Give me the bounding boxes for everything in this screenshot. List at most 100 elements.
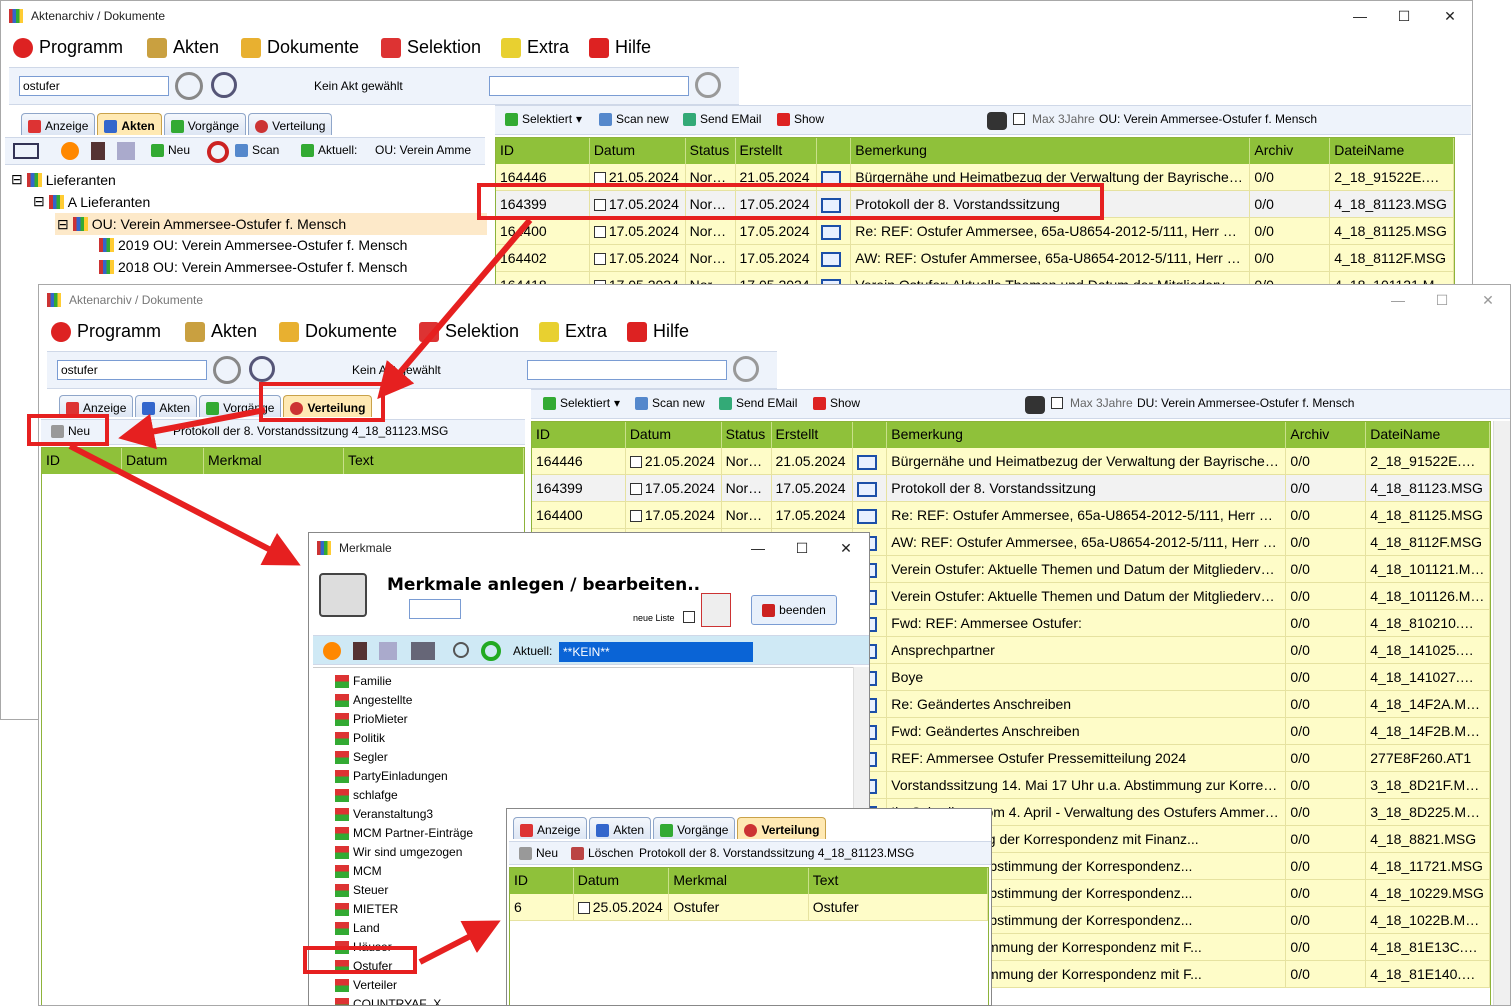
doc-search-icon[interactable] (733, 356, 759, 382)
menu-programm[interactable]: Programm (13, 37, 123, 58)
merkmale-input[interactable] (409, 599, 461, 619)
doc-search-input[interactable] (489, 76, 689, 96)
table-row[interactable]: 164402 17.05.2024 Normal 17.05.2024 AW: REF:… (496, 245, 1454, 272)
max3-checkbox[interactable]: Max 3Jahre (1013, 112, 1095, 126)
close-button[interactable]: ✕ (1427, 5, 1472, 27)
settings-icon[interactable] (411, 642, 435, 660)
search-icon[interactable] (249, 356, 275, 382)
col-id[interactable]: ID (496, 138, 590, 164)
col-datum[interactable]: Datum (122, 448, 204, 474)
max3-checkbox[interactable]: Max 3Jahre (1051, 396, 1133, 410)
row-checkbox[interactable] (577, 902, 590, 915)
table-row[interactable]: 164446 21.05.2024 Normal 21.05.2024 Bürgernä… (532, 448, 1490, 475)
inset-loeschen-button[interactable]: Löschen (571, 846, 633, 860)
col-text[interactable]: Text (344, 448, 524, 474)
search-icon[interactable] (453, 642, 469, 658)
calculator-icon[interactable] (701, 593, 731, 627)
table-row[interactable]: 164400 17.05.2024 Normal 17.05.2024 Re: REF:… (532, 502, 1490, 529)
tab-vorgaenge[interactable]: Vorgänge (163, 113, 247, 135)
list-icon[interactable] (13, 143, 39, 159)
col-status[interactable]: Status (686, 138, 736, 164)
clock-icon[interactable] (61, 142, 79, 160)
col-datum[interactable]: Datum (626, 422, 722, 448)
merkmal-item[interactable]: schlafge (335, 788, 398, 802)
refresh-icon[interactable] (207, 141, 229, 163)
col-archiv[interactable]: Archiv (1250, 138, 1331, 164)
doc-search-input[interactable] (527, 360, 727, 380)
menu-extra[interactable]: Extra (501, 37, 569, 58)
book-icon[interactable] (353, 642, 367, 660)
minimize-button[interactable]: — (735, 537, 781, 559)
table-row[interactable]: 164399 17.05.2024 Normal 17.05.2024 Protokol… (532, 475, 1490, 502)
doc-scrollbar[interactable] (1493, 421, 1510, 1005)
col-erstellt[interactable]: Erstellt (772, 422, 854, 448)
menu-akten[interactable]: Akten (185, 321, 257, 342)
menu-hilfe[interactable]: Hilfe (589, 37, 651, 58)
tree-2018[interactable]: 2018 OU: Verein Ammersee-Ostufer f. Mens… (99, 259, 407, 275)
col-dateiname[interactable]: DateiName (1330, 138, 1454, 164)
merkmal-item[interactable]: MCM Partner-Einträge (335, 826, 473, 840)
show-button[interactable]: Show (777, 112, 824, 126)
search-folder-icon[interactable] (213, 356, 241, 384)
merkmal-item[interactable]: PartyEinladungen (335, 769, 448, 783)
merkmal-item[interactable]: MCM (335, 864, 382, 878)
col-merkmal[interactable]: Merkmal (204, 448, 344, 474)
col-bemerkung[interactable]: Bemerkung (851, 138, 1251, 164)
col-status[interactable]: Status (722, 422, 772, 448)
send-email-button[interactable]: Send EMail (719, 396, 797, 410)
show-button[interactable]: Show (813, 396, 860, 410)
col-text[interactable]: Text (809, 868, 988, 894)
scan-button[interactable]: Scan (235, 143, 279, 157)
binoculars-icon[interactable] (1025, 396, 1045, 414)
maximize-button[interactable]: ☐ (1419, 289, 1465, 311)
merkmal-item[interactable]: MIETER (335, 902, 398, 916)
tab-anzeige[interactable]: Anzeige (21, 113, 96, 135)
col-erstellt[interactable]: Erstellt (736, 138, 818, 164)
book-icon[interactable] (91, 142, 105, 160)
selektiert-button[interactable]: Selektiert ▾ (543, 396, 620, 410)
menu-extra[interactable]: Extra (539, 321, 607, 342)
col-dateiname[interactable]: DateiName (1366, 422, 1490, 448)
merkmal-item[interactable]: Verteiler (335, 978, 397, 992)
close-button[interactable]: ✕ (823, 537, 869, 559)
refresh-icon[interactable] (481, 641, 501, 661)
search-folder-icon[interactable] (175, 72, 203, 100)
col-id[interactable]: ID (532, 422, 626, 448)
close-button[interactable]: ✕ (1465, 289, 1510, 311)
merkmal-item[interactable]: Familie (335, 674, 392, 688)
col-bemerkung[interactable]: Bemerkung (887, 422, 1287, 448)
tree-ou[interactable]: ⊟ OU: Verein Ammersee-Ostufer f. Mensch (55, 213, 487, 235)
tab-akten[interactable]: Akten (589, 817, 652, 839)
menu-selektion[interactable]: Selektion (419, 321, 519, 342)
tree-2019[interactable]: 2019 OU: Verein Ammersee-Ostufer f. Mens… (99, 237, 407, 253)
merkmal-item[interactable]: COUNTRYAF_X (335, 997, 441, 1005)
search-input[interactable] (19, 76, 169, 96)
neue-liste-checkbox[interactable] (683, 611, 695, 623)
col-id[interactable]: ID (510, 868, 574, 894)
row-checkbox[interactable] (629, 483, 642, 496)
table-row[interactable]: 164400 17.05.2024 Normal 17.05.2024 Re: REF:… (496, 218, 1454, 245)
binder-icon[interactable] (379, 642, 397, 660)
merkmal-item[interactable]: PrioMieter (335, 712, 408, 726)
tab-verteilung[interactable]: Verteilung (248, 113, 333, 135)
menu-hilfe[interactable]: Hilfe (627, 321, 689, 342)
doc-search-icon[interactable] (695, 72, 721, 98)
tab-verteilung[interactable]: Verteilung (737, 817, 827, 839)
row-checkbox[interactable] (629, 456, 642, 469)
send-email-button[interactable]: Send EMail (683, 112, 761, 126)
col-id[interactable]: ID (42, 448, 122, 474)
minimize-button[interactable]: — (1337, 5, 1383, 27)
merkmal-item[interactable]: Wir sind umgezogen (335, 845, 462, 859)
menu-dokumente[interactable]: Dokumente (241, 37, 359, 58)
merkmal-item[interactable]: Land (335, 921, 380, 935)
maximize-button[interactable]: ☐ (779, 537, 825, 559)
row-checkbox[interactable] (593, 253, 606, 266)
tab-akten[interactable]: Akten (97, 113, 162, 135)
maximize-button[interactable]: ☐ (1381, 5, 1427, 27)
selektiert-button[interactable]: Selektiert ▾ (505, 112, 582, 126)
merkmal-item[interactable]: Segler (335, 750, 388, 764)
scan-new-button[interactable]: Scan new (599, 112, 669, 126)
col-merkmal[interactable]: Merkmal (669, 868, 809, 894)
search-icon[interactable] (211, 72, 237, 98)
binder-icon[interactable] (117, 142, 135, 160)
